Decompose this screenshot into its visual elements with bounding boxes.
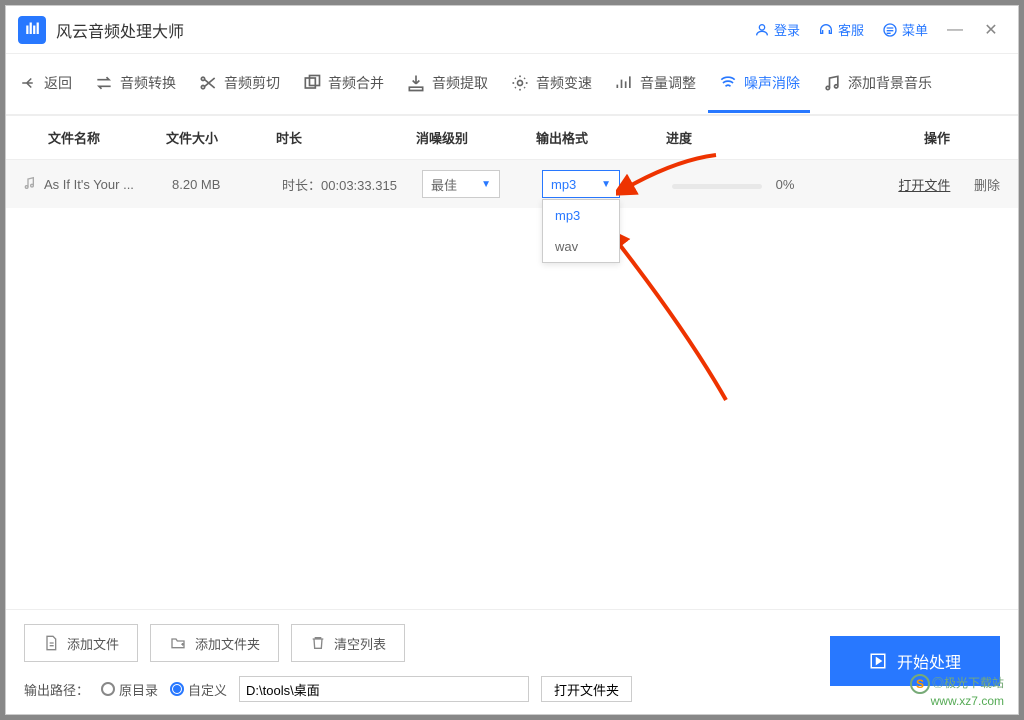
tab-bgm[interactable]: 添加背景音乐 (812, 55, 942, 113)
speed-icon (510, 73, 530, 93)
scissors-icon (198, 73, 218, 93)
level-select[interactable]: 最佳 ▼ (422, 170, 500, 198)
chevron-down-icon: ▼ (481, 179, 491, 190)
dropdown-option-mp3[interactable]: mp3 (543, 200, 619, 231)
extract-icon (406, 73, 426, 93)
back-button[interactable]: 返回 (10, 55, 82, 113)
tab-extract[interactable]: 音频提取 (396, 55, 498, 113)
cell-format: mp3 ▼ mp3 wav (542, 170, 672, 198)
user-icon (754, 22, 770, 38)
support-button[interactable]: 客服 (812, 16, 870, 43)
merge-icon (302, 73, 322, 93)
watermark: S◎极光下载站 www.xz7.com (910, 674, 1004, 708)
radio-checked-icon (170, 682, 184, 696)
cell-action: 打开文件 删除 (862, 175, 1018, 194)
volume-icon (614, 73, 634, 93)
close-button[interactable]: ✕ (976, 15, 1006, 45)
dropdown-option-wav[interactable]: wav (543, 231, 619, 262)
delete-link[interactable]: 删除 (974, 178, 1000, 193)
app-window: ılıl 风云音频处理大师 登录 客服 菜单 — ✕ 返回 (5, 5, 1019, 715)
radio-icon (101, 682, 115, 696)
clear-list-button[interactable]: 清空列表 (291, 624, 405, 662)
cell-duration: 时长：00:03:33.315 (282, 175, 422, 194)
open-file-link[interactable]: 打开文件 (898, 178, 950, 193)
cell-progress: 0% (672, 177, 862, 192)
add-file-button[interactable]: 添加文件 (24, 624, 138, 662)
tab-convert[interactable]: 音频转换 (84, 55, 186, 113)
annotation-arrow-2 (606, 230, 736, 410)
output-path-label: 输出路径： (24, 680, 89, 699)
menu-icon (882, 22, 898, 38)
menu-button[interactable]: 菜单 (876, 16, 934, 43)
chevron-down-icon: ▼ (601, 179, 611, 190)
cell-level: 最佳 ▼ (422, 170, 542, 198)
tab-volume[interactable]: 音量调整 (604, 55, 706, 113)
audio-file-icon (22, 175, 38, 194)
format-dropdown: mp3 wav (542, 199, 620, 263)
content-area: As If It's Your ... 8.20 MB 时长：00:03:33.… (6, 160, 1018, 609)
col-duration: 时长 (276, 128, 416, 147)
music-icon (822, 73, 842, 93)
app-title: 风云音频处理大师 (56, 18, 748, 42)
cell-size: 8.20 MB (172, 177, 282, 192)
folder-plus-icon (169, 635, 187, 651)
tab-merge[interactable]: 音频合并 (292, 55, 394, 113)
play-icon (869, 652, 887, 670)
headset-icon (818, 22, 834, 38)
trash-icon (310, 634, 326, 652)
format-select[interactable]: mp3 ▼ (542, 170, 620, 198)
col-action: 操作 (856, 128, 1018, 147)
path-input[interactable] (239, 676, 529, 702)
tab-speed[interactable]: 音频变速 (500, 55, 602, 113)
col-size: 文件大小 (166, 128, 276, 147)
cell-name: As If It's Your ... (44, 177, 172, 192)
bottom-panel: 添加文件 添加文件夹 清空列表 输出路径： 原目录 自定义 打开文件夹 (6, 609, 1018, 714)
titlebar: ılıl 风云音频处理大师 登录 客服 菜单 — ✕ (6, 6, 1018, 54)
tab-cut[interactable]: 音频剪切 (188, 55, 290, 113)
arrow-left-icon (20, 74, 38, 92)
toolbar: 返回 音频转换 音频剪切 音频合并 音频提取 音频变速 音量调整 噪声消除 (6, 54, 1018, 116)
add-folder-button[interactable]: 添加文件夹 (150, 624, 279, 662)
app-logo: ılıl (18, 16, 46, 44)
radio-original[interactable]: 原目录 (101, 680, 158, 699)
table-header: 文件名称 文件大小 时长 消噪级别 输出格式 进度 操作 (6, 116, 1018, 160)
denoise-icon (718, 73, 738, 93)
col-level: 消噪级别 (416, 128, 536, 147)
col-name: 文件名称 (6, 128, 166, 147)
convert-icon (94, 73, 114, 93)
col-progress: 进度 (666, 128, 856, 147)
login-button[interactable]: 登录 (748, 16, 806, 43)
table-row: As If It's Your ... 8.20 MB 时长：00:03:33.… (6, 160, 1018, 208)
title-actions: 登录 客服 菜单 — ✕ (748, 15, 1006, 45)
radio-custom[interactable]: 自定义 (170, 680, 227, 699)
progress-bar (672, 184, 762, 189)
open-folder-button[interactable]: 打开文件夹 (541, 676, 632, 702)
col-format: 输出格式 (536, 128, 666, 147)
minimize-button[interactable]: — (940, 15, 970, 45)
tab-denoise[interactable]: 噪声消除 (708, 55, 810, 113)
file-icon (43, 634, 59, 652)
